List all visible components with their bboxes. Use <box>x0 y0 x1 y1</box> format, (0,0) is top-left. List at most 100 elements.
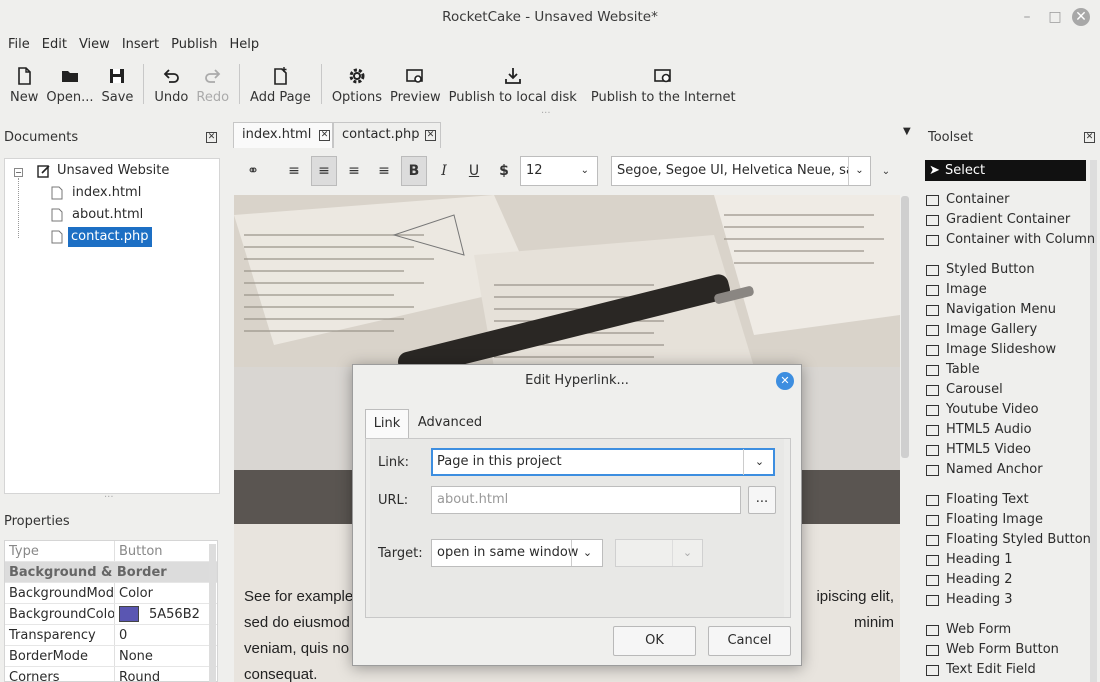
property-value-color[interactable]: 5A56B2 <box>115 604 217 624</box>
justify-icon[interactable]: ≡ <box>371 156 397 186</box>
tree-item-index[interactable]: index.html <box>69 183 144 203</box>
tool-gradient-container[interactable]: Gradient Container <box>926 210 1070 230</box>
options-label: Options <box>331 90 382 105</box>
property-value[interactable]: 0 <box>115 625 217 645</box>
preview-button[interactable]: Preview <box>386 60 445 110</box>
browse-button[interactable]: ... <box>748 486 776 514</box>
menu-publish[interactable]: Publish <box>171 34 225 56</box>
property-row[interactable]: Transparency 0 <box>5 625 217 646</box>
tab-index-html[interactable]: index.html ✕ <box>233 122 333 148</box>
property-row[interactable]: Corners Round <box>5 667 217 681</box>
tab-contact-php[interactable]: contact.php ✕ <box>333 122 441 148</box>
properties-scrollbar[interactable] <box>209 544 216 682</box>
more-options-icon[interactable]: ⌄ <box>873 156 899 186</box>
property-row[interactable]: BackgroundColor 5A56B2 <box>5 604 217 625</box>
tool-heading-3[interactable]: Heading 3 <box>926 590 1013 610</box>
publish-internet-button[interactable]: Publish to the Internet <box>587 60 740 110</box>
font-family-select[interactable]: Segoe, Segoe UI, Helvetica Neue, sans ⌄ <box>611 156 871 186</box>
align-left-icon[interactable]: ≡ <box>281 156 307 186</box>
close-dialog-icon[interactable]: ✕ <box>776 372 794 390</box>
publish-local-button[interactable]: Publish to local disk <box>445 60 581 110</box>
tool-named-anchor[interactable]: Named Anchor <box>926 460 1043 480</box>
tool-html5-video[interactable]: HTML5 Video <box>926 440 1031 460</box>
tool-container[interactable]: Container <box>926 190 1010 210</box>
tool-heading-1[interactable]: Heading 1 <box>926 550 1013 570</box>
tool-container-columns[interactable]: Container with Column <box>926 230 1095 250</box>
tool-youtube-video[interactable]: Youtube Video <box>926 400 1039 420</box>
collapse-icon[interactable]: − <box>14 168 23 177</box>
property-value[interactable]: None <box>115 646 217 666</box>
maximize-icon[interactable]: □ <box>1046 8 1064 26</box>
close-window-icon[interactable]: ✕ <box>1072 8 1090 26</box>
minimize-icon[interactable]: – <box>1018 8 1036 26</box>
underline-icon[interactable]: U <box>461 156 487 186</box>
tool-floating-image[interactable]: Floating Image <box>926 510 1043 530</box>
redo-button[interactable]: Redo <box>192 60 233 110</box>
tool-select[interactable]: ➤ Select <box>925 160 1086 181</box>
columns-icon <box>926 234 939 246</box>
tool-floating-styled-button[interactable]: Floating Styled Button <box>926 530 1091 550</box>
close-tab-icon[interactable]: ✕ <box>319 130 330 141</box>
align-right-icon[interactable]: ≡ <box>341 156 367 186</box>
tool-text-edit-field[interactable]: Text Edit Field <box>926 660 1036 680</box>
property-value[interactable]: Round <box>115 667 217 681</box>
tool-html5-audio[interactable]: HTML5 Audio <box>926 420 1032 440</box>
add-page-button[interactable]: Add Page <box>246 60 315 110</box>
target-select[interactable]: open in same window ⌄ <box>431 539 603 567</box>
close-documents-icon[interactable]: ✕ <box>206 132 217 143</box>
title-bar: RocketCake - Unsaved Website* – □ ✕ <box>0 0 1100 34</box>
tree-item-contact-selected[interactable]: contact.php <box>68 227 152 247</box>
italic-icon[interactable]: I <box>431 156 457 186</box>
save-button[interactable]: Save <box>97 60 137 110</box>
frame-select-disabled[interactable]: ⌄ <box>615 539 703 567</box>
menu-help[interactable]: Help <box>229 34 267 56</box>
bold-icon[interactable]: B <box>401 156 427 186</box>
menu-file[interactable]: File <box>8 34 38 56</box>
color-swatch[interactable] <box>119 606 139 622</box>
tab-list-icon[interactable]: ▼ <box>903 126 911 137</box>
tab-link[interactable]: Link <box>365 409 409 439</box>
tool-floating-text[interactable]: Floating Text <box>926 490 1029 510</box>
new-button[interactable]: New <box>6 60 42 110</box>
tool-table[interactable]: Table <box>926 360 980 380</box>
tool-carousel[interactable]: Carousel <box>926 380 1003 400</box>
property-row[interactable]: BackgroundMode Color <box>5 583 217 604</box>
link-icon[interactable]: ⚭ <box>240 156 266 186</box>
options-button[interactable]: Options <box>328 60 386 110</box>
add-page-label: Add Page <box>250 90 311 105</box>
font-size-select[interactable]: 12 ⌄ <box>520 156 598 186</box>
tool-styled-button[interactable]: Styled Button <box>926 260 1035 280</box>
open-button[interactable]: Open... <box>42 60 97 110</box>
ok-button[interactable]: OK <box>613 626 696 656</box>
tool-image-gallery[interactable]: Image Gallery <box>926 320 1037 340</box>
tab-advanced[interactable]: Advanced <box>413 409 487 439</box>
tool-web-form-button[interactable]: Web Form Button <box>926 640 1059 660</box>
tool-image[interactable]: Image <box>926 280 987 300</box>
property-row[interactable]: BorderMode None <box>5 646 217 667</box>
menu-insert[interactable]: Insert <box>122 34 167 56</box>
tree-item-about[interactable]: about.html <box>69 205 146 225</box>
close-toolset-icon[interactable]: ✕ <box>1084 132 1095 143</box>
cancel-button[interactable]: Cancel <box>708 626 791 656</box>
panel-splitter[interactable]: ··· <box>104 492 114 503</box>
menu-edit[interactable]: Edit <box>42 34 75 56</box>
link-type-select[interactable]: Page in this project ⌄ <box>431 448 775 476</box>
dollar-icon[interactable]: $ <box>491 156 517 186</box>
save-icon <box>110 69 125 83</box>
tool-image-slideshow[interactable]: Image Slideshow <box>926 340 1056 360</box>
tool-heading-2[interactable]: Heading 2 <box>926 570 1013 590</box>
undo-button[interactable]: Undo <box>150 60 192 110</box>
tool-label: HTML5 Audio <box>946 422 1032 437</box>
tool-web-form[interactable]: Web Form <box>926 620 1011 640</box>
canvas-scrollbar[interactable] <box>901 196 909 458</box>
tool-navigation-menu[interactable]: Navigation Menu <box>926 300 1056 320</box>
close-tab-icon[interactable]: ✕ <box>425 130 436 141</box>
tool-label: Gradient Container <box>946 212 1071 227</box>
align-center-icon[interactable]: ≡ <box>311 156 337 186</box>
toolbar-grip[interactable]: ··· <box>541 108 551 119</box>
url-input[interactable]: about.html <box>431 486 741 514</box>
menu-view[interactable]: View <box>79 34 118 56</box>
tree-root[interactable]: Unsaved Website <box>54 161 172 181</box>
header-image[interactable] <box>234 195 900 367</box>
property-value[interactable]: Color <box>115 583 217 603</box>
